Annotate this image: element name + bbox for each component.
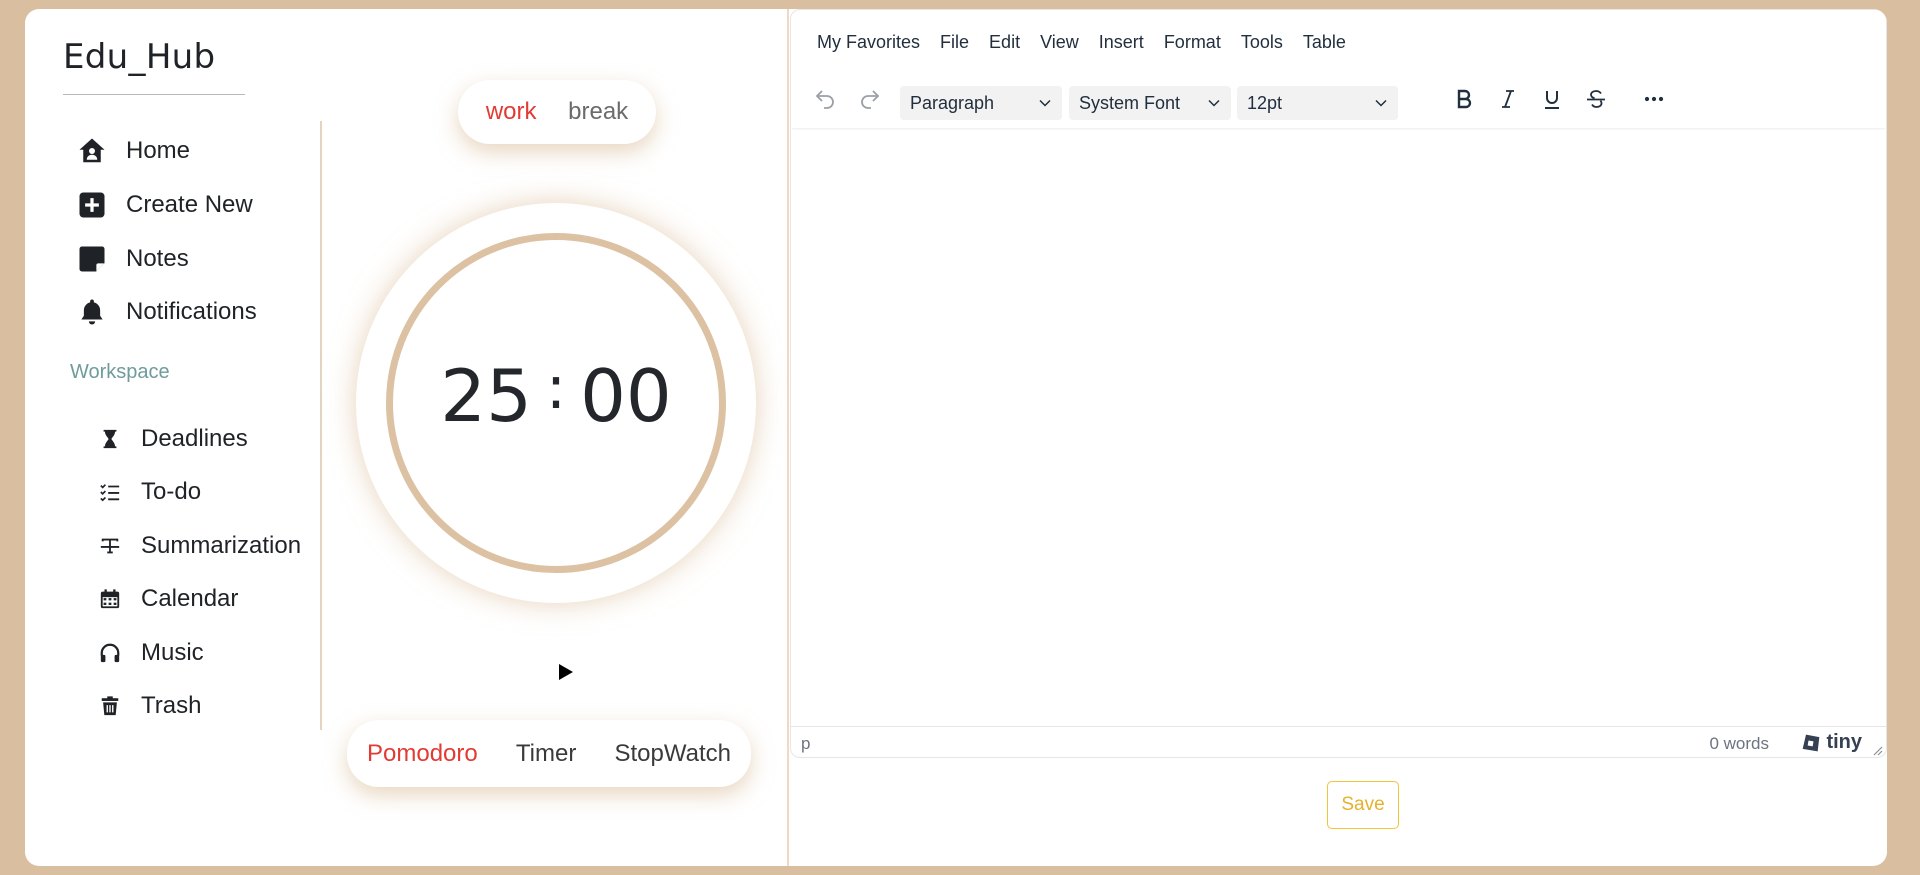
home-icon xyxy=(74,135,110,167)
sidebar-item-notifications[interactable]: Notifications xyxy=(74,296,257,328)
timer-minutes: 25 xyxy=(440,354,532,438)
block-format-select[interactable]: Paragraph xyxy=(900,86,1062,120)
timer-separator: : xyxy=(545,353,567,423)
sidebar-item-label: To-do xyxy=(141,478,202,505)
font-size-select[interactable]: 12pt xyxy=(1237,86,1398,120)
brand-divider xyxy=(63,94,245,95)
rich-text-editor: My Favorites File Edit View Insert Forma… xyxy=(790,9,1887,758)
sidebar-item-label: Create New xyxy=(126,191,253,218)
editor-menubar: My Favorites File Edit View Insert Forma… xyxy=(817,32,1366,53)
checklist-icon xyxy=(97,476,123,508)
font-family-select[interactable]: System Font xyxy=(1069,86,1231,120)
block-format-value: Paragraph xyxy=(910,92,995,113)
sidebar-item-label: Trash xyxy=(141,692,202,719)
sidebar-item-label: Summarization xyxy=(141,532,302,559)
bell-icon xyxy=(74,296,110,328)
sidebar-item-summarization[interactable]: Summarization xyxy=(97,530,301,562)
menu-format[interactable]: Format xyxy=(1164,32,1221,53)
sidebar-item-trash[interactable]: Trash xyxy=(97,690,201,722)
sidebar-item-music[interactable]: Music xyxy=(97,637,204,669)
chevron-down-icon xyxy=(1208,99,1220,107)
tab-stopwatch[interactable]: StopWatch xyxy=(614,740,731,768)
sidebar-item-label: Music xyxy=(141,639,204,666)
tiny-logo[interactable]: tiny xyxy=(1801,731,1862,754)
undo-icon[interactable] xyxy=(812,86,838,112)
menu-edit[interactable]: Edit xyxy=(989,32,1020,53)
sidebar-item-label: Notes xyxy=(126,245,189,272)
chevron-down-icon xyxy=(1375,99,1387,107)
underline-icon[interactable] xyxy=(1539,86,1565,112)
calendar-icon xyxy=(97,583,123,615)
sidebar-item-home[interactable]: Home xyxy=(74,135,190,167)
headphones-icon xyxy=(97,637,123,669)
summarize-icon xyxy=(97,530,123,562)
break-mode-tab[interactable]: break xyxy=(568,98,628,126)
resize-handle-icon[interactable] xyxy=(1871,744,1883,756)
sidebar-item-create-new[interactable]: Create New xyxy=(74,189,253,221)
menu-file[interactable]: File xyxy=(940,32,969,53)
play-icon[interactable] xyxy=(553,660,577,684)
tab-timer[interactable]: Timer xyxy=(516,740,576,768)
sidebar-item-notes[interactable]: Notes xyxy=(74,243,189,275)
strikethrough-icon[interactable] xyxy=(1583,86,1609,112)
sidebar-item-calendar[interactable]: Calendar xyxy=(97,583,238,615)
sidebar-divider-bottom xyxy=(320,406,322,730)
font-family-value: System Font xyxy=(1079,92,1181,113)
timer-mode-toggle: work break xyxy=(458,80,656,144)
menu-my-favorites[interactable]: My Favorites xyxy=(817,32,920,53)
more-options-icon[interactable] xyxy=(1641,86,1667,112)
italic-icon[interactable] xyxy=(1495,86,1521,112)
menu-table[interactable]: Table xyxy=(1303,32,1346,53)
tiny-wordmark: tiny xyxy=(1826,731,1862,753)
chevron-down-icon xyxy=(1039,99,1051,107)
sidebar-item-label: Notifications xyxy=(126,298,257,325)
bold-icon[interactable] xyxy=(1451,86,1477,112)
menu-insert[interactable]: Insert xyxy=(1099,32,1144,53)
menu-view[interactable]: View xyxy=(1040,32,1079,53)
app-frame: Edu_Hub Home Create New Notes Notificati… xyxy=(25,9,1887,866)
workspace-heading: Workspace xyxy=(70,361,170,383)
trash-icon xyxy=(97,690,123,722)
timer-seconds: 00 xyxy=(580,354,672,438)
redo-icon[interactable] xyxy=(857,86,883,112)
tiny-logo-icon xyxy=(1803,734,1820,751)
word-count[interactable]: 0 words xyxy=(1709,734,1769,754)
font-size-value: 12pt xyxy=(1247,92,1283,113)
menu-tools[interactable]: Tools xyxy=(1241,32,1283,53)
timer-display: 25 : 00 xyxy=(356,353,756,438)
app-brand: Edu_Hub xyxy=(63,37,216,77)
editor-toolbar: Paragraph System Font 12pt xyxy=(791,70,1886,128)
element-path[interactable]: p xyxy=(801,734,810,754)
hourglass-icon xyxy=(97,423,123,455)
sidebar-item-label: Calendar xyxy=(141,585,239,612)
sidebar-item-label: Deadlines xyxy=(141,425,248,452)
panel-divider xyxy=(787,9,789,866)
tab-pomodoro[interactable]: Pomodoro xyxy=(367,740,478,768)
editor-statusbar: p 0 words tiny xyxy=(791,726,1886,759)
work-mode-tab[interactable]: work xyxy=(486,98,537,126)
timer-type-toggle: Pomodoro Timer StopWatch xyxy=(347,720,751,787)
sidebar-divider-top xyxy=(320,121,322,419)
save-button[interactable]: Save xyxy=(1327,781,1399,829)
sticky-note-icon xyxy=(74,243,110,275)
sidebar-item-label: Home xyxy=(126,137,191,164)
sidebar-item-deadlines[interactable]: Deadlines xyxy=(97,423,248,455)
sidebar-item-todo[interactable]: To-do xyxy=(97,476,201,508)
plus-square-icon xyxy=(74,189,110,221)
